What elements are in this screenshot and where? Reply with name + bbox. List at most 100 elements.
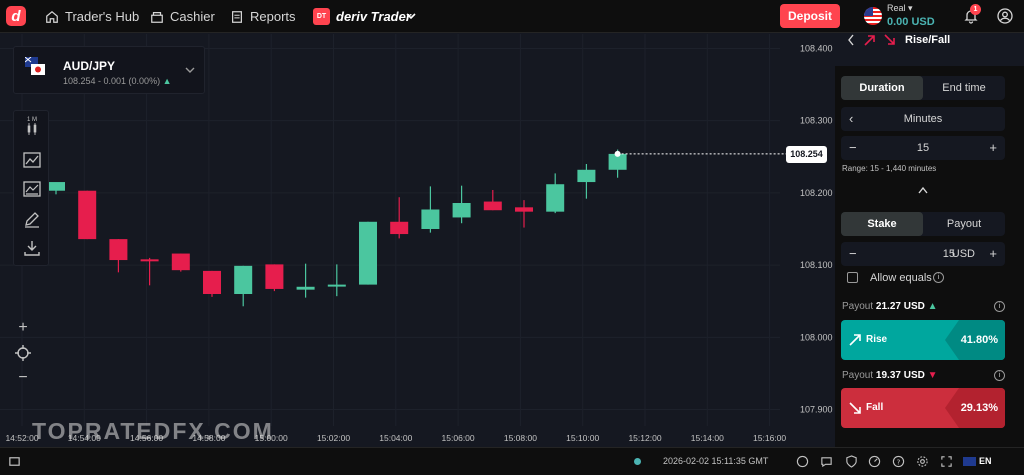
chart-type-icon[interactable] — [22, 150, 42, 170]
candlestick-chart[interactable]: 108.400 108.300 108.200 108.100 108.000 107.9… — [0, 34, 835, 447]
rise-percent: 41.80% — [960, 334, 998, 346]
top-header: d Trader's Hub Cashier Reports DT deriv … — [0, 0, 1024, 33]
deposit-button[interactable]: Deposit — [780, 4, 840, 28]
symbol-selector[interactable]: AUD/JPY 108.254 - 0.001 (0.00%) ▲ — [13, 46, 205, 94]
user-icon[interactable] — [997, 8, 1013, 24]
duration-unit: Minutes — [903, 113, 943, 125]
zoom-out-button[interactable]: − — [13, 368, 33, 388]
candle-body — [452, 203, 471, 218]
y-tick-label: 108.000 — [800, 332, 833, 342]
fall-arrow-icon — [884, 34, 895, 45]
chevron-up-icon[interactable] — [918, 186, 928, 194]
allow-equals-checkbox[interactable] — [847, 272, 858, 283]
x-tick-label: 15:12:00 — [628, 433, 661, 443]
candle-body — [577, 169, 596, 183]
nav-traders-hub[interactable]: Trader's Hub — [45, 0, 139, 33]
drawing-tools-icon[interactable] — [22, 209, 42, 229]
trade-type-selector[interactable]: Rise/Fall — [835, 34, 1024, 66]
fullscreen-toggle-icon[interactable] — [940, 455, 953, 468]
duration-unit-selector[interactable]: ‹ Minutes — [841, 107, 1005, 131]
tab-payout[interactable]: Payout — [923, 212, 1005, 236]
footer: 2026-02-02 15:11:35 GMT ? EN — [0, 447, 1024, 475]
x-tick-label: 15:04:00 — [379, 433, 412, 443]
language-selector[interactable]: EN — [979, 456, 992, 466]
crosshair-icon[interactable] — [13, 343, 33, 363]
tab-end-time[interactable]: End time — [923, 76, 1005, 100]
stake-value: 15 — [942, 248, 955, 260]
zoom-in-button[interactable]: + — [13, 318, 33, 338]
y-tick-label: 107.900 — [800, 405, 833, 415]
settings-icon[interactable] — [916, 455, 929, 468]
indicators-icon[interactable] — [22, 179, 42, 199]
duration-mode-tabs: Duration End time — [841, 76, 1005, 100]
x-tick-label: 15:10:00 — [566, 433, 599, 443]
candle-body — [483, 201, 502, 211]
tab-duration[interactable]: Duration — [841, 76, 923, 100]
candle-body — [140, 259, 159, 262]
candle-body — [327, 284, 346, 287]
notification-badge: 1 — [970, 4, 981, 15]
nav-label: Cashier — [170, 9, 215, 24]
rise-arrow-icon — [864, 35, 875, 46]
rise-payout-value: 21.27 USD — [875, 301, 925, 312]
candle-body — [515, 207, 533, 212]
symbol-quote: 108.254 - 0.001 (0.00%) ▲ — [63, 76, 172, 86]
candle-body — [390, 221, 409, 235]
platform-switcher-label[interactable]: deriv Trader — [336, 9, 411, 24]
account-balance: 0.00 USD — [887, 16, 935, 28]
svg-text:?: ? — [897, 457, 901, 466]
trade-type-label: Rise/Fall — [905, 34, 951, 46]
account-type[interactable]: Real ▾ — [887, 3, 913, 14]
interval-button[interactable]: 1 M — [22, 117, 42, 137]
whatsapp-icon[interactable] — [796, 455, 809, 468]
stake-mode-tabs: Stake Payout — [841, 212, 1005, 236]
nav-reports[interactable]: Reports — [230, 0, 296, 33]
platform-badge: DT — [313, 8, 330, 25]
x-tick-label: 15:14:00 — [691, 433, 724, 443]
cashier-icon — [151, 11, 163, 23]
download-icon[interactable] — [22, 238, 42, 258]
candle-body — [359, 221, 377, 285]
stake-input[interactable]: − 15 USD + — [841, 242, 1005, 266]
uk-flag-icon — [963, 457, 976, 466]
info-icon[interactable]: i — [994, 370, 1005, 381]
info-icon[interactable]: i — [994, 301, 1005, 312]
symbol-quote-text: 108.254 - 0.001 (0.00%) — [63, 76, 161, 86]
rise-label: Rise — [866, 334, 888, 345]
server-time: 2026-02-02 15:11:35 GMT — [663, 456, 769, 466]
nav-cashier[interactable]: Cashier — [150, 0, 215, 33]
candle-body — [265, 264, 284, 289]
rise-arrow-icon — [849, 334, 861, 346]
help-icon[interactable]: ? — [892, 455, 905, 468]
deriv-logo[interactable]: d — [6, 6, 26, 26]
fall-percent: 29.13% — [960, 402, 998, 414]
chevron-down-icon[interactable] — [404, 9, 418, 23]
x-tick-label: 15:06:00 — [442, 433, 475, 443]
increase-duration-button[interactable]: + — [989, 140, 997, 155]
speedometer-icon[interactable] — [868, 455, 881, 468]
rise-button[interactable]: Rise 41.80% — [841, 320, 1005, 360]
tab-stake[interactable]: Stake — [841, 212, 923, 236]
fullscreen-icon[interactable] — [8, 455, 21, 468]
chart-toolbar: 1 M — [13, 110, 49, 266]
increase-stake-button[interactable]: + — [989, 246, 997, 261]
candle-body — [47, 182, 65, 191]
candle-body — [546, 184, 565, 212]
duration-value: 15 — [916, 142, 930, 154]
reports-icon — [232, 10, 242, 23]
info-icon[interactable]: i — [933, 272, 944, 283]
us-flag-icon — [864, 7, 882, 25]
fall-payout-label: Payout — [842, 370, 874, 381]
duration-range: Range: 15 - 1,440 minutes — [842, 164, 937, 173]
chat-icon[interactable] — [820, 455, 833, 468]
duration-input[interactable]: − 15 + — [841, 136, 1005, 160]
fall-payout-value: 19.37 USD — [875, 370, 925, 381]
trader-app: d Trader's Hub Cashier Reports DT deriv … — [0, 0, 1024, 475]
responsible-trading-icon[interactable] — [845, 455, 858, 468]
x-tick-label: 15:16:00 — [753, 433, 786, 443]
y-tick-label: 108.300 — [800, 116, 833, 126]
fall-button[interactable]: Fall 29.13% — [841, 388, 1005, 428]
allow-equals-label: Allow equals — [870, 272, 932, 284]
chevron-down-icon — [185, 67, 195, 73]
price-chart[interactable]: 108.400 108.300 108.200 108.100 108.000 107.9… — [0, 34, 835, 447]
